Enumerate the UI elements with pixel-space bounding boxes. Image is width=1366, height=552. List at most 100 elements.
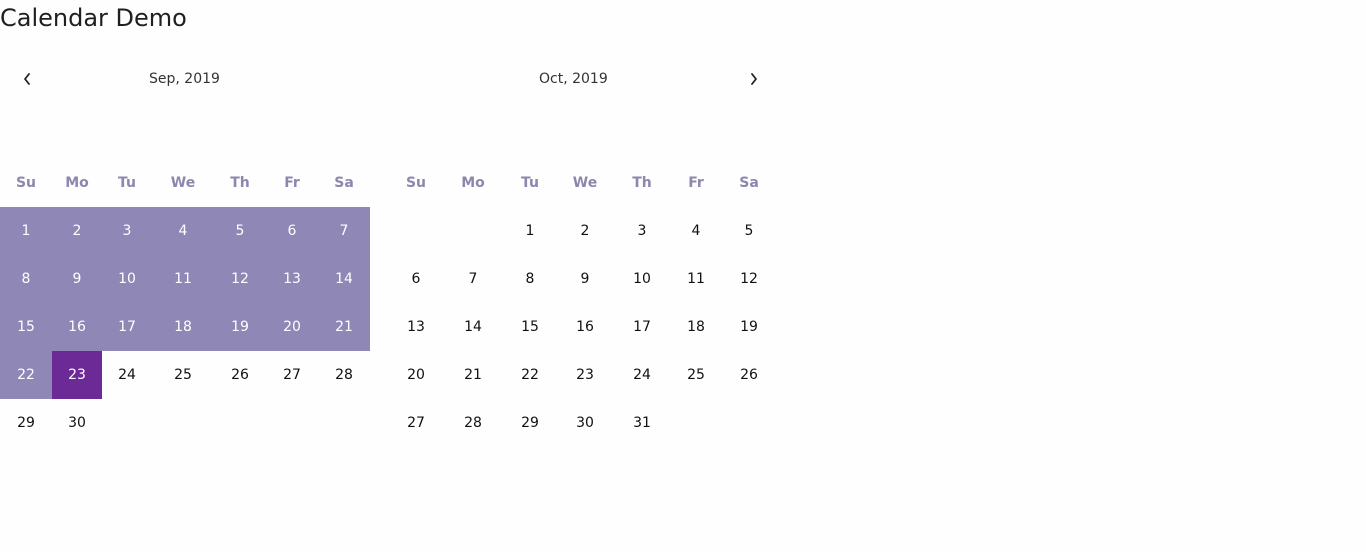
week-row: 29 30 bbox=[0, 399, 370, 447]
day-cell[interactable]: 9 bbox=[52, 255, 102, 303]
day-cell[interactable]: 25 bbox=[670, 351, 722, 399]
day-cell[interactable]: 10 bbox=[614, 255, 670, 303]
day-cell[interactable]: 16 bbox=[556, 303, 614, 351]
day-cell[interactable]: 15 bbox=[504, 303, 556, 351]
day-cell[interactable]: 22 bbox=[0, 351, 52, 399]
weekday-header: Su bbox=[405, 175, 427, 191]
chevron-left-icon bbox=[24, 73, 30, 85]
weekday-header: Fr bbox=[688, 175, 704, 191]
week-row: 15 16 17 18 19 20 21 bbox=[0, 303, 370, 351]
month-title: Sep, 2019 bbox=[149, 71, 220, 87]
week-row: 12345 bbox=[390, 207, 776, 255]
day-cell[interactable]: 6 bbox=[390, 255, 442, 303]
weekday-header: Th bbox=[632, 175, 652, 191]
day-cell[interactable]: 30 bbox=[556, 399, 614, 447]
day-cell[interactable]: 14 bbox=[442, 303, 504, 351]
day-cell[interactable]: 21 bbox=[318, 303, 370, 351]
day-cell[interactable]: 25 bbox=[152, 351, 214, 399]
chevron-right-icon bbox=[751, 73, 757, 85]
day-cell[interactable]: 8 bbox=[504, 255, 556, 303]
empty-cell bbox=[442, 207, 504, 255]
weekday-header: Th bbox=[230, 175, 250, 191]
day-cell[interactable]: 24 bbox=[614, 351, 670, 399]
month-title: Oct, 2019 bbox=[539, 71, 608, 87]
day-cell[interactable]: 28 bbox=[442, 399, 504, 447]
day-cell[interactable]: 4 bbox=[152, 207, 214, 255]
week-row: 20 21 22 23 24 25 26 bbox=[390, 351, 776, 399]
weekday-header: Sa bbox=[739, 175, 759, 191]
day-cell[interactable]: 19 bbox=[722, 303, 776, 351]
day-cell[interactable]: 21 bbox=[442, 351, 504, 399]
day-cell[interactable]: 29 bbox=[0, 399, 52, 447]
day-cell[interactable]: 24 bbox=[102, 351, 152, 399]
day-cell[interactable]: 23 bbox=[556, 351, 614, 399]
week-row: 13 14 15 16 17 18 19 bbox=[390, 303, 776, 351]
day-cell[interactable]: 7 bbox=[318, 207, 370, 255]
day-cell[interactable]: 4 bbox=[670, 207, 722, 255]
weekday-header: Fr bbox=[284, 175, 300, 191]
day-cell[interactable]: 20 bbox=[266, 303, 318, 351]
day-cell[interactable]: 5 bbox=[722, 207, 776, 255]
month-grid: Su Mo Tu We Th Fr Sa 1 2 3 4 5 6 7 8 9 10 11 12 13 14… bbox=[0, 159, 370, 447]
empty-cell bbox=[102, 399, 152, 447]
day-cell[interactable]: 29 bbox=[504, 399, 556, 447]
next-month-button[interactable] bbox=[740, 66, 768, 92]
empty-cell bbox=[390, 207, 442, 255]
day-cell[interactable]: 18 bbox=[152, 303, 214, 351]
day-cell[interactable]: 26 bbox=[214, 351, 266, 399]
empty-cell bbox=[318, 399, 370, 447]
day-cell[interactable]: 19 bbox=[214, 303, 266, 351]
day-cell[interactable]: 11 bbox=[670, 255, 722, 303]
day-cell[interactable]: 6 bbox=[266, 207, 318, 255]
day-cell[interactable]: 27 bbox=[266, 351, 318, 399]
day-cell[interactable]: 9 bbox=[556, 255, 614, 303]
page-title: Calendar Demo bbox=[0, 4, 187, 32]
day-cell[interactable]: 15 bbox=[0, 303, 52, 351]
day-cell[interactable]: 17 bbox=[102, 303, 152, 351]
empty-cell bbox=[152, 399, 214, 447]
weekday-header: We bbox=[170, 175, 196, 191]
day-cell[interactable]: 1 bbox=[504, 207, 556, 255]
day-cell[interactable]: 16 bbox=[52, 303, 102, 351]
week-row: 27 28 29 30 31 bbox=[390, 399, 776, 447]
weekday-header: Mo bbox=[461, 175, 485, 191]
week-row: 1234567 bbox=[0, 207, 370, 255]
empty-cell bbox=[722, 399, 776, 447]
day-cell[interactable]: 14 bbox=[318, 255, 370, 303]
day-cell[interactable]: 22 bbox=[504, 351, 556, 399]
weekday-header: Mo bbox=[65, 175, 89, 191]
week-row: 22 23 24 25 26 27 28 bbox=[0, 351, 370, 399]
day-cell[interactable]: 1 bbox=[0, 207, 52, 255]
day-cell[interactable]: 2 bbox=[556, 207, 614, 255]
empty-cell bbox=[214, 399, 266, 447]
day-cell-selected[interactable]: 23 bbox=[52, 351, 102, 399]
day-cell[interactable]: 13 bbox=[266, 255, 318, 303]
day-cell[interactable]: 5 bbox=[214, 207, 266, 255]
day-cell[interactable]: 8 bbox=[0, 255, 52, 303]
day-cell[interactable]: 17 bbox=[614, 303, 670, 351]
day-cell[interactable]: 2 bbox=[52, 207, 102, 255]
day-cell[interactable]: 28 bbox=[318, 351, 370, 399]
day-cell[interactable]: 10 bbox=[102, 255, 152, 303]
day-cell[interactable]: 20 bbox=[390, 351, 442, 399]
day-cell[interactable]: 27 bbox=[390, 399, 442, 447]
day-cell[interactable]: 26 bbox=[722, 351, 776, 399]
day-cell[interactable]: 12 bbox=[214, 255, 266, 303]
month-grid: Su Mo Tu We Th Fr Sa 1 2 3 4 5 6 7 8 9 10 11 12 13 14… bbox=[390, 159, 776, 447]
day-cell[interactable]: 11 bbox=[152, 255, 214, 303]
day-cell[interactable]: 12 bbox=[722, 255, 776, 303]
day-cell[interactable]: 3 bbox=[614, 207, 670, 255]
weekday-header: Sa bbox=[334, 175, 354, 191]
day-cell[interactable]: 7 bbox=[442, 255, 504, 303]
day-cell[interactable]: 3 bbox=[102, 207, 152, 255]
week-row: 6 7 8 9 10 11 12 bbox=[390, 255, 776, 303]
day-cell[interactable]: 18 bbox=[670, 303, 722, 351]
weekday-header: Su bbox=[15, 175, 37, 191]
empty-cell bbox=[266, 399, 318, 447]
day-cell[interactable]: 30 bbox=[52, 399, 102, 447]
prev-month-button[interactable] bbox=[13, 66, 41, 92]
day-cell[interactable]: 13 bbox=[390, 303, 442, 351]
day-cell[interactable]: 31 bbox=[614, 399, 670, 447]
empty-cell bbox=[670, 399, 722, 447]
weekday-header: We bbox=[572, 175, 598, 191]
